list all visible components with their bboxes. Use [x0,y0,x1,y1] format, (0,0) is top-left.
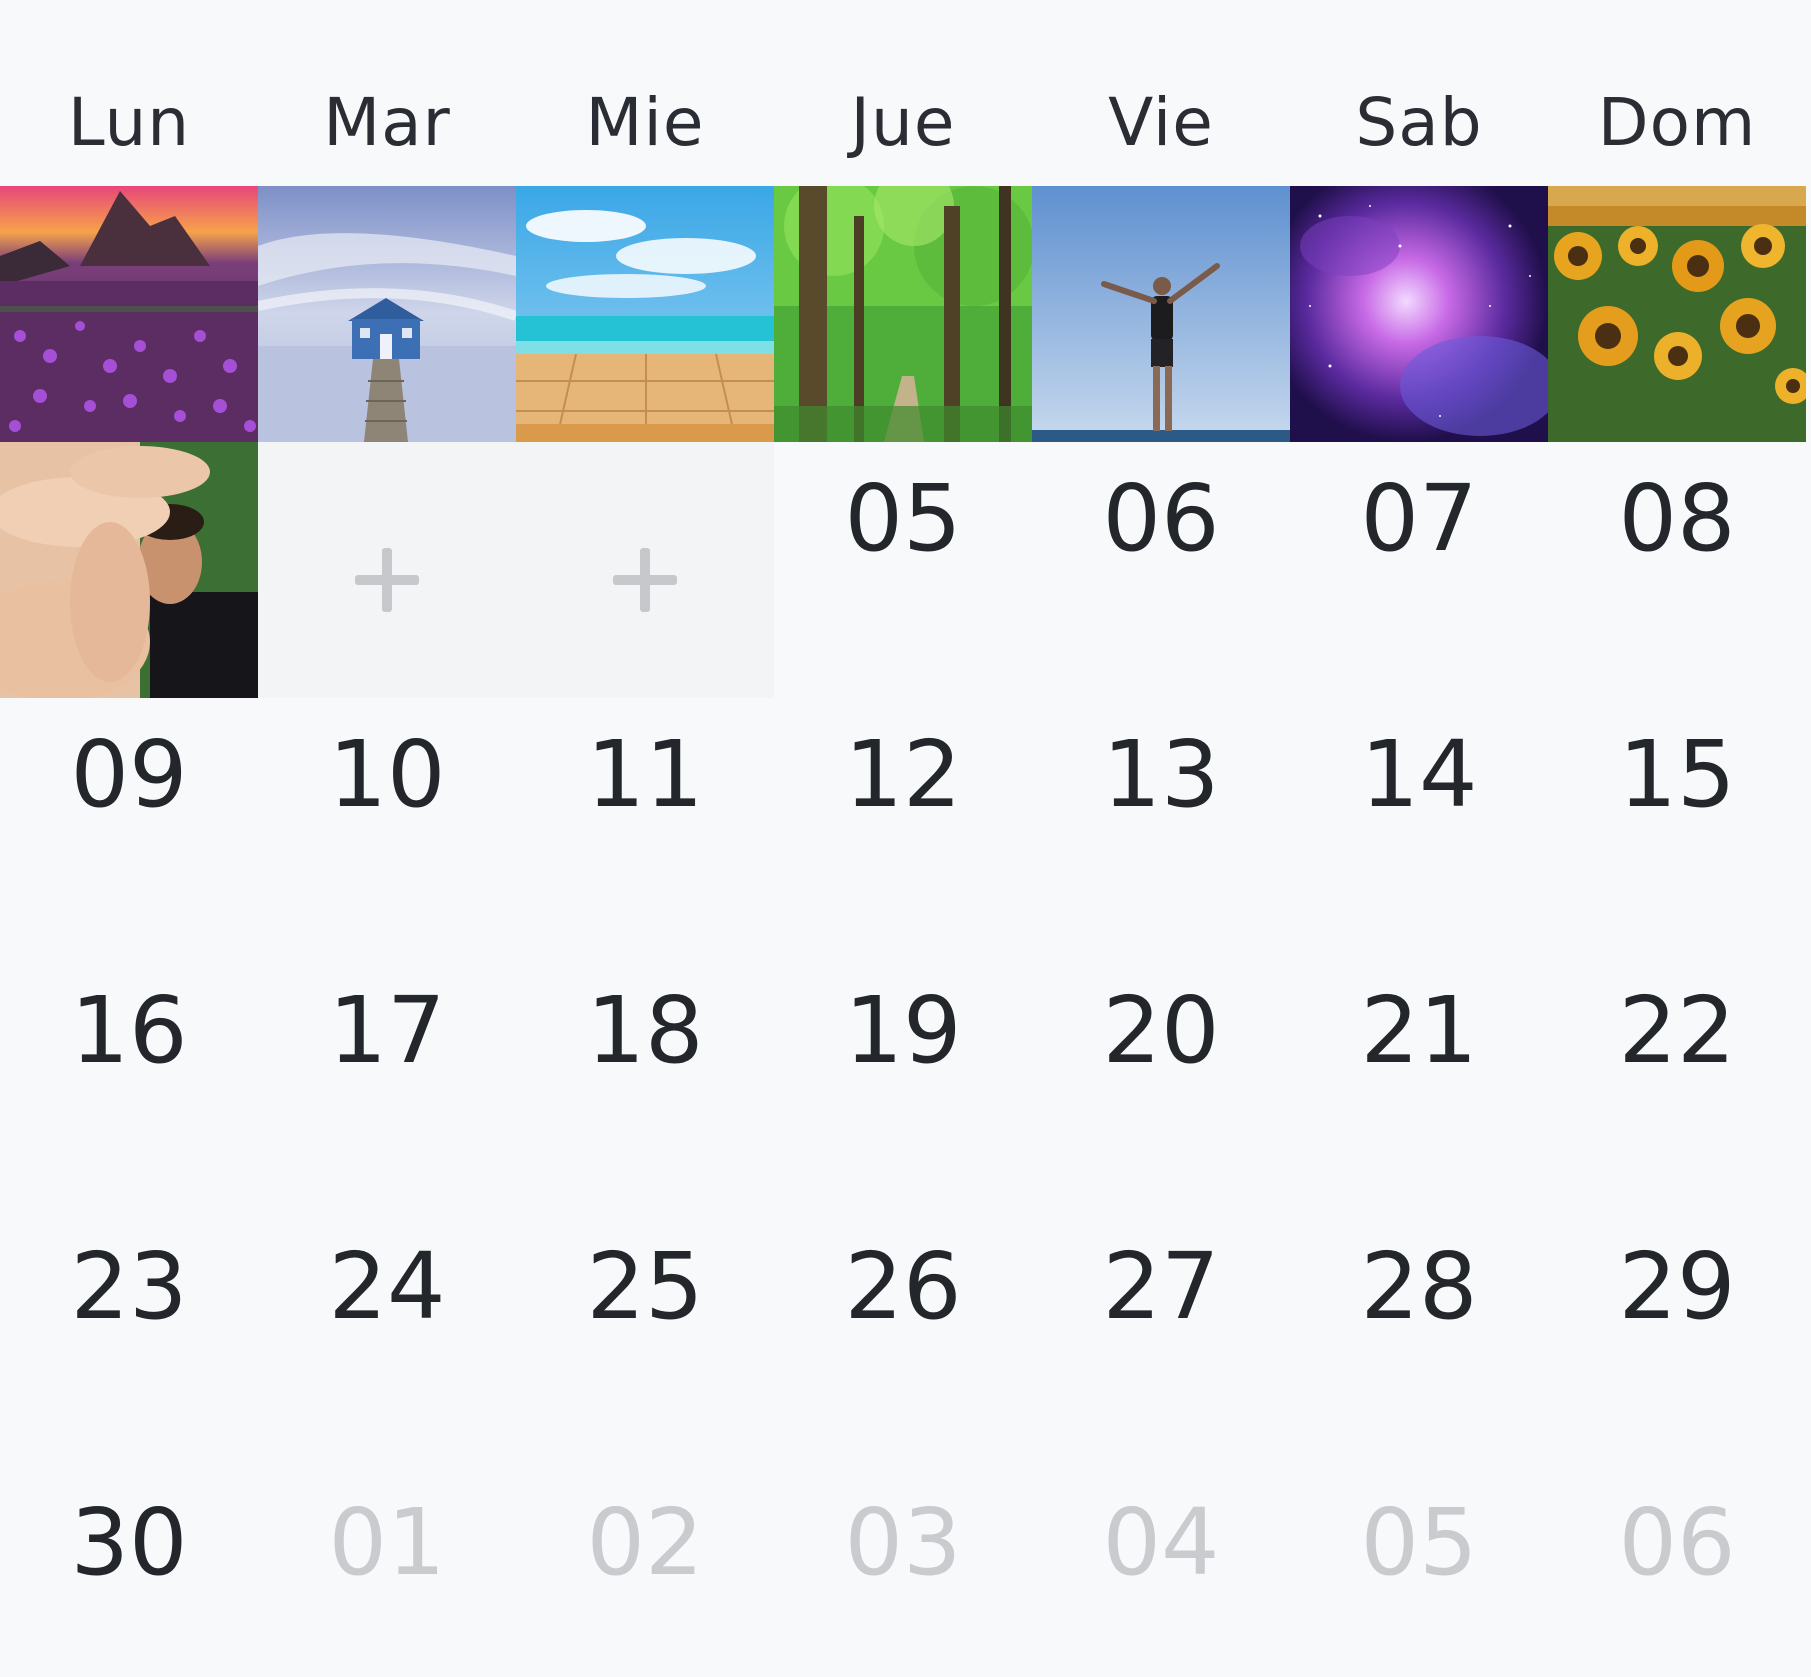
day-cell[interactable]: 30 [0,1466,258,1677]
day-cell[interactable]: 17 [258,954,516,1210]
calendar-grid: 05 06 07 08 09 10 11 12 13 14 15 16 17 18 19 20 21 22 23 24… [0,186,1811,1677]
forest-path-photo [774,186,1032,442]
day-cell[interactable]: 23 [0,1210,258,1466]
day-cell[interactable]: 05 [774,442,1032,698]
day-number[interactable]: 11 [516,720,774,830]
day-cell[interactable]: 15 [1548,698,1806,954]
day-number[interactable]: 30 [0,1488,258,1598]
day-number[interactable]: 21 [1290,976,1548,1086]
day-number-other-month[interactable]: 02 [516,1488,774,1598]
day-number[interactable]: 22 [1548,976,1806,1086]
day-number[interactable]: 14 [1290,720,1548,830]
day-number[interactable]: 19 [774,976,1032,1086]
day-number[interactable]: 25 [516,1232,774,1342]
day-cell[interactable]: 25 [516,1210,774,1466]
day-cell[interactable]: 29 [1548,1210,1806,1466]
day-cell[interactable]: 22 [1548,954,1806,1210]
day-number[interactable]: 20 [1032,976,1290,1086]
day-cell[interactable]: 24 [258,1210,516,1466]
photo-day-cell[interactable] [0,442,258,698]
day-number[interactable]: 29 [1548,1232,1806,1342]
day-number[interactable]: 28 [1290,1232,1548,1342]
day-cell[interactable]: 06 [1548,1466,1806,1677]
calendar-app: Lun Mar Mie Jue Vie Sab Dom 05 06 07 08 … [0,0,1811,1677]
day-number[interactable]: 05 [774,464,1032,574]
day-cell[interactable]: 27 [1032,1210,1290,1466]
day-cell[interactable]: 10 [258,698,516,954]
weekday-jue: Jue [850,84,956,161]
purple-galaxy-photo [1290,186,1548,442]
plus-icon[interactable] [355,548,419,613]
photo-day-cell[interactable] [516,186,774,442]
day-number-other-month[interactable]: 01 [258,1488,516,1598]
day-number[interactable]: 06 [1032,464,1290,574]
day-cell[interactable]: 01 [258,1466,516,1677]
add-photo-cell[interactable] [516,442,774,698]
day-cell[interactable]: 02 [516,1466,774,1677]
day-cell[interactable]: 14 [1290,698,1548,954]
day-number[interactable]: 10 [258,720,516,830]
day-number[interactable]: 26 [774,1232,1032,1342]
photo-day-cell[interactable] [0,186,258,442]
day-cell[interactable]: 03 [774,1466,1032,1677]
day-number[interactable]: 24 [258,1232,516,1342]
day-number[interactable]: 13 [1032,720,1290,830]
day-cell[interactable]: 11 [516,698,774,954]
day-cell[interactable]: 26 [774,1210,1032,1466]
day-number-other-month[interactable]: 06 [1548,1488,1806,1598]
day-cell[interactable]: 18 [516,954,774,1210]
day-cell[interactable]: 06 [1032,442,1290,698]
day-cell[interactable]: 28 [1290,1210,1548,1466]
day-number[interactable]: 27 [1032,1232,1290,1342]
day-cell[interactable]: 16 [0,954,258,1210]
day-number[interactable]: 07 [1290,464,1548,574]
day-number[interactable]: 17 [258,976,516,1086]
boathouse-pier-photo [258,186,516,442]
day-cell[interactable]: 04 [1032,1466,1290,1677]
selfie-hand-photo [0,442,258,698]
day-number[interactable]: 18 [516,976,774,1086]
man-arms-raised-photo [1032,186,1290,442]
day-cell[interactable]: 21 [1290,954,1548,1210]
photo-day-cell[interactable] [774,186,1032,442]
day-number[interactable]: 08 [1548,464,1806,574]
weekday-lun: Lun [67,84,191,161]
photo-day-cell[interactable] [258,186,516,442]
day-number-other-month[interactable]: 04 [1032,1488,1290,1598]
day-number[interactable]: 15 [1548,720,1806,830]
weekday-sab: Sab [1355,84,1483,161]
day-number[interactable]: 12 [774,720,1032,830]
day-number[interactable]: 09 [0,720,258,830]
add-photo-cell[interactable] [258,442,516,698]
day-number[interactable]: 23 [0,1232,258,1342]
photo-day-cell[interactable] [1032,186,1290,442]
photo-day-cell[interactable] [1290,186,1548,442]
day-cell[interactable]: 19 [774,954,1032,1210]
plus-icon[interactable] [613,548,677,613]
day-cell[interactable]: 20 [1032,954,1290,1210]
day-cell[interactable]: 08 [1548,442,1806,698]
day-cell[interactable]: 09 [0,698,258,954]
coastal-sunset-flowers-photo [0,186,258,442]
photo-day-cell[interactable] [1548,186,1806,442]
day-cell[interactable]: 05 [1290,1466,1548,1677]
day-cell[interactable]: 07 [1290,442,1548,698]
weekday-vie: Vie [1108,84,1214,161]
weekday-dom: Dom [1597,84,1757,161]
beach-boardwalk-photo [516,186,774,442]
day-number-other-month[interactable]: 05 [1290,1488,1548,1598]
sunflower-field-photo [1548,186,1806,442]
weekday-header: Lun Mar Mie Jue Vie Sab Dom [0,60,1811,185]
day-number-other-month[interactable]: 03 [774,1488,1032,1598]
day-cell[interactable]: 13 [1032,698,1290,954]
day-number[interactable]: 16 [0,976,258,1086]
weekday-mar: Mar [323,84,451,161]
weekday-mie: Mie [585,84,705,161]
day-cell[interactable]: 12 [774,698,1032,954]
